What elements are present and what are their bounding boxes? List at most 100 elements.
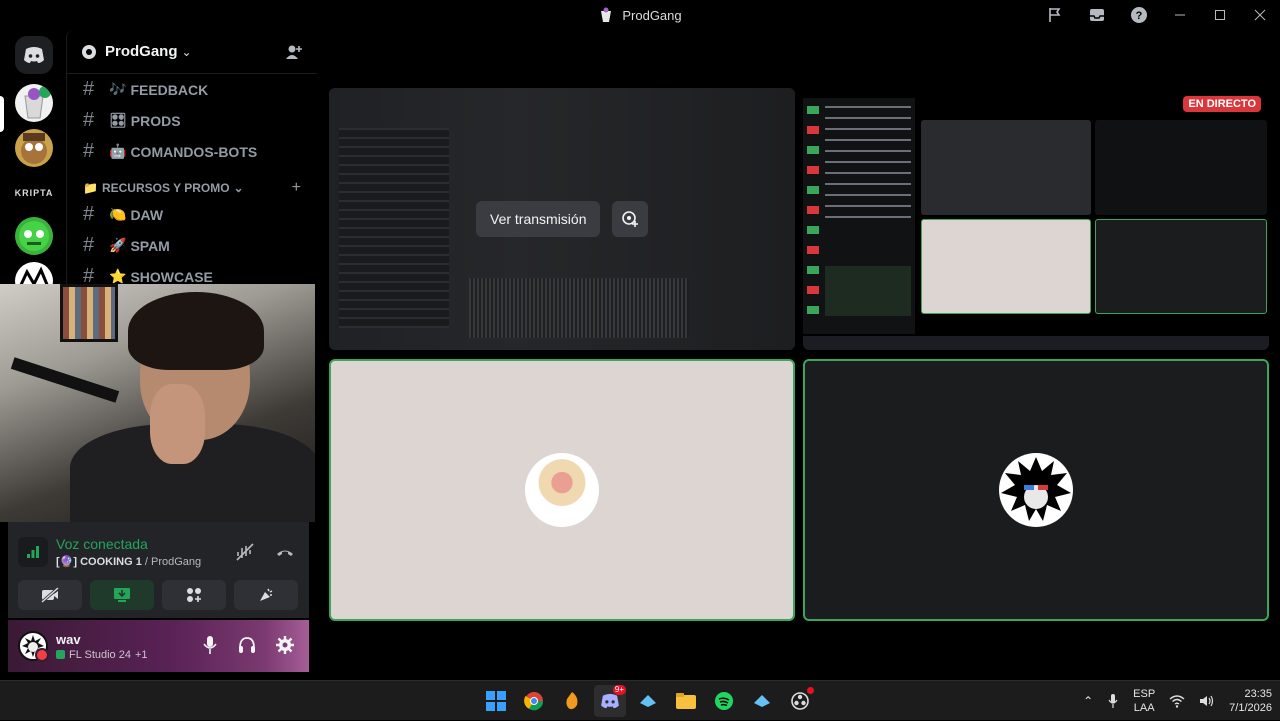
channel-emoji: 🎛 [109,112,127,128]
discord-badge: 9+ [612,685,626,695]
windows-start-icon[interactable] [480,685,512,717]
headphones-icon[interactable] [237,635,257,655]
channel-emoji: 🤖 [109,143,127,159]
add-channel-icon[interactable]: + [292,179,301,197]
maximize-button[interactable] [1200,0,1240,30]
activity-extra: +1 [134,648,148,661]
channel-emoji: ⭐ [109,268,127,284]
flag-icon[interactable] [1034,0,1076,30]
channel-label: COMANDOS-BOTS [130,143,258,160]
stream-stage: Ver transmisión EN DIRECTO [317,30,1280,680]
channel-label: SHOWCASE [130,268,213,285]
help-icon[interactable]: ? [1118,0,1160,30]
channel-feedback[interactable]: # 🎶 FEEDBACK [67,74,317,105]
nested-stream-grid-image [921,120,1267,316]
server-prodgang-icon[interactable] [15,84,53,122]
category-recursos-y-promo[interactable]: 📁 RECURSOS Y PROMO ⌄ + [67,177,317,199]
add-viewer-icon[interactable] [612,201,648,237]
chevron-down-icon: ⌄ [233,181,244,195]
window-title-text: ProdGang [622,7,682,23]
user-name[interactable]: wav [56,632,148,647]
microphone-icon[interactable] [201,635,219,655]
microphone-tray-icon[interactable] [1107,693,1119,709]
hash-icon: # [83,78,95,100]
title-bar: ProdGang ? [0,0,1280,30]
discord-home-icon[interactable] [15,36,53,74]
channel-emoji: 🎶 [109,81,127,97]
channel-comandos-bots[interactable]: # 🤖 COMANDOS-BOTS [67,136,317,167]
avatar[interactable] [18,631,49,662]
chevron-up-icon[interactable]: ⌃ [1083,694,1093,708]
participant-tile-2[interactable] [803,359,1269,621]
channel-label: DAW [130,206,164,223]
steam-icon[interactable] [632,685,664,717]
guild-header[interactable]: ProdGang ⌄ [67,30,317,74]
voice-server-name: / ProdGang [144,556,202,568]
guild-name: ProdGang [105,43,178,60]
close-button[interactable] [1240,0,1280,30]
channel-label: SPAM [130,237,170,254]
discord-taskbar-icon[interactable]: 9+ [594,685,626,717]
server-icon-4[interactable] [15,217,53,255]
invite-user-icon[interactable] [285,43,303,61]
nested-taskbar-image [803,336,1269,350]
voice-connection-panel: Voz conectada [🔮] COOKING 1 / ProdGang [8,522,309,618]
chrome-icon[interactable] [518,685,550,717]
server-icon [601,7,612,22]
screen-share-button[interactable] [90,580,154,610]
watch-stream-button[interactable]: Ver transmisión [476,201,601,237]
inbox-icon[interactable] [1076,0,1118,30]
folder-icon: 📁 [83,181,98,195]
nested-discord-image [803,98,915,334]
clock[interactable]: 23:35 7/1/2026 [1229,687,1272,715]
hash-icon: # [83,109,95,131]
obs-icon[interactable] [784,685,816,717]
stream-tile-live[interactable]: EN DIRECTO [803,88,1269,350]
voice-channel-name: [🔮] COOKING 1 [56,556,142,568]
user-panel: wav FL Studio 24 +1 [8,620,309,672]
gear-icon[interactable] [275,635,295,655]
channel-spam[interactable]: # 🚀 SPAM [67,230,317,261]
minimize-button[interactable] [1160,0,1200,30]
language-code: ESP [1133,688,1156,700]
voice-channel-path[interactable]: [🔮] COOKING 1 / ProdGang [56,555,201,568]
server-kripta-icon[interactable]: KRIPTA [15,174,53,212]
signal-icon[interactable] [18,537,48,567]
channel-showcase[interactable]: # ⭐ SHOWCASE [67,261,317,284]
channel-label: FEEDBACK [130,81,209,98]
channel-emoji: 🍋 [109,206,127,222]
channel-label: PRODS [130,112,181,129]
stream-tile-preview[interactable]: Ver transmisión [329,88,795,350]
volume-icon[interactable] [1199,694,1215,708]
file-explorer-icon[interactable] [670,685,702,717]
channel-daw[interactable]: # 🍋 DAW [67,199,317,230]
channel-prods[interactable]: # 🎛 PRODS [67,105,317,136]
live-badge: EN DIRECTO [1183,96,1261,112]
camera-off-button[interactable] [18,580,82,610]
participant-avatar [525,453,599,527]
chevron-down-icon: ⌄ [181,44,192,59]
keyboard-layout: LAA [1133,702,1155,714]
windows-taskbar: 9+ ⌃ ESP LAA 23:35 7/1/2026 [0,680,1280,720]
steam-icon-2[interactable] [746,685,778,717]
activities-button[interactable] [162,580,226,610]
channel-emoji: 🚀 [109,237,127,253]
stream-preview-lines [339,128,449,328]
participant-tile-1[interactable] [329,359,795,621]
hash-icon: # [83,140,95,162]
stream-preview-waveform [469,278,689,338]
fl-studio-icon[interactable] [556,685,588,717]
webcam-overlay [0,284,315,522]
disconnect-icon[interactable] [275,542,295,562]
server-icon-2[interactable] [15,129,53,167]
wifi-icon[interactable] [1169,694,1185,708]
spotify-icon[interactable] [708,685,740,717]
language-indicator[interactable]: ESP LAA [1133,687,1155,715]
voice-status[interactable]: Voz conectada [56,536,201,552]
soundboard-button[interactable] [234,580,298,610]
gear-badge-icon [82,44,96,59]
noise-suppression-icon[interactable] [235,542,255,562]
activity-name: FL Studio 24 [69,648,131,661]
hash-icon: # [83,265,95,284]
game-icon [56,650,65,659]
